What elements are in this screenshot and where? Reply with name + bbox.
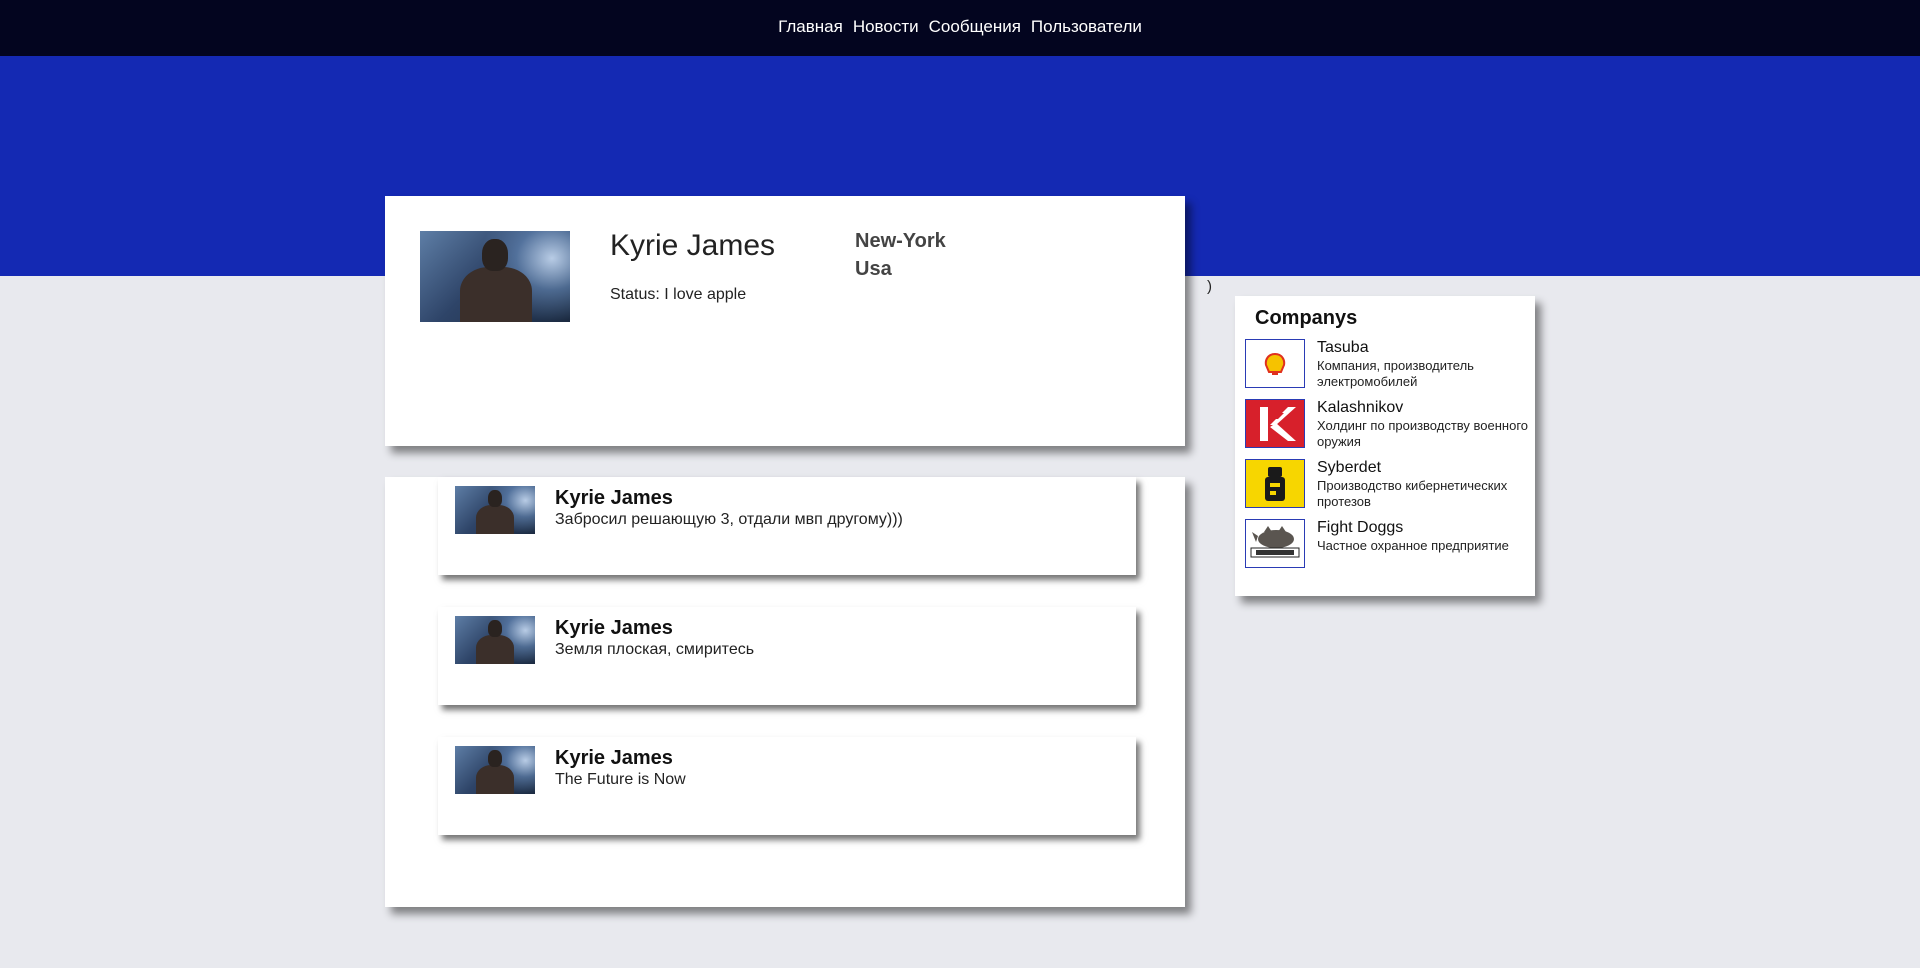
companies-panel: Companys Tasuba Компания, производитель … [1235, 296, 1535, 596]
company-name[interactable]: Fight Doggs [1317, 519, 1403, 537]
nav-link-news[interactable]: Новости [853, 17, 919, 37]
profile-avatar [420, 231, 570, 322]
company-description: Частное охранное предприятие [1317, 538, 1509, 553]
avatar-figure-body [476, 505, 514, 534]
post-text: The Future is Now [555, 771, 686, 788]
nav-link-messages[interactable]: Сообщения [929, 17, 1021, 37]
avatar-figure-head [488, 620, 502, 637]
post-item: Kyrie James Забросил решающую 3, отдали … [438, 477, 1136, 575]
profile-card: Kyrie James Status: I love apple New-Yor… [385, 196, 1185, 446]
post-author[interactable]: Kyrie James [555, 747, 673, 770]
avatar-figure-body [476, 765, 514, 794]
post-text: Забросил решающую 3, отдали мвп другому)… [555, 511, 903, 528]
company-name[interactable]: Syberdet [1317, 459, 1381, 477]
post-author[interactable]: Kyrie James [555, 617, 673, 640]
kalashnikov-logo-icon [1245, 399, 1305, 448]
avatar-figure-head [488, 750, 502, 767]
companies-title: Companys [1255, 307, 1358, 329]
profile-name: Kyrie James [610, 229, 776, 262]
company-item-fight-doggs[interactable]: Fight Doggs Частное охранное предприятие [1245, 519, 1530, 574]
company-item-kalashnikov[interactable]: Kalashnikov Холдинг по производству воен… [1245, 399, 1530, 454]
post-avatar[interactable] [455, 746, 535, 794]
company-item-syberdet[interactable]: Syberdet Производство кибернетических пр… [1245, 459, 1530, 514]
post-avatar[interactable] [455, 486, 535, 534]
company-description: Холдинг по производству военного оружия [1317, 418, 1529, 449]
profile-status: Status: I love apple [610, 286, 747, 303]
avatar-figure-head [482, 239, 508, 271]
shell-logo-icon [1245, 339, 1305, 388]
top-dog-logo-icon [1245, 519, 1305, 568]
company-item-tasuba[interactable]: Tasuba Компания, производитель электромо… [1245, 339, 1530, 394]
company-name[interactable]: Kalashnikov [1317, 399, 1403, 417]
stray-text: ) [1207, 278, 1212, 295]
posts-feed: Kyrie James Забросил решающую 3, отдали … [385, 477, 1185, 907]
post-item: Kyrie James The Future is Now [438, 737, 1136, 835]
profile-country: Usa [855, 258, 892, 280]
avatar-figure-body [476, 635, 514, 664]
company-name[interactable]: Tasuba [1317, 339, 1369, 357]
company-description: Производство кибернетических протезов [1317, 478, 1508, 509]
post-author[interactable]: Kyrie James [555, 487, 673, 510]
nav-link-home[interactable]: Главная [778, 17, 843, 37]
post-avatar[interactable] [455, 616, 535, 664]
post-item: Kyrie James Земля плоская, смиритесь [438, 607, 1136, 705]
avatar-figure-body [460, 267, 532, 322]
post-text: Земля плоская, смиритесь [555, 641, 755, 658]
company-description: Компания, производитель электромобилей [1317, 358, 1474, 389]
nav-link-users[interactable]: Пользователи [1031, 17, 1142, 37]
avatar-figure-head [488, 490, 502, 507]
profile-city: New-York [855, 230, 946, 252]
syberdet-logo-icon [1245, 459, 1305, 508]
top-navigation: Главная Новости Сообщения Пользователи [0, 0, 1920, 56]
